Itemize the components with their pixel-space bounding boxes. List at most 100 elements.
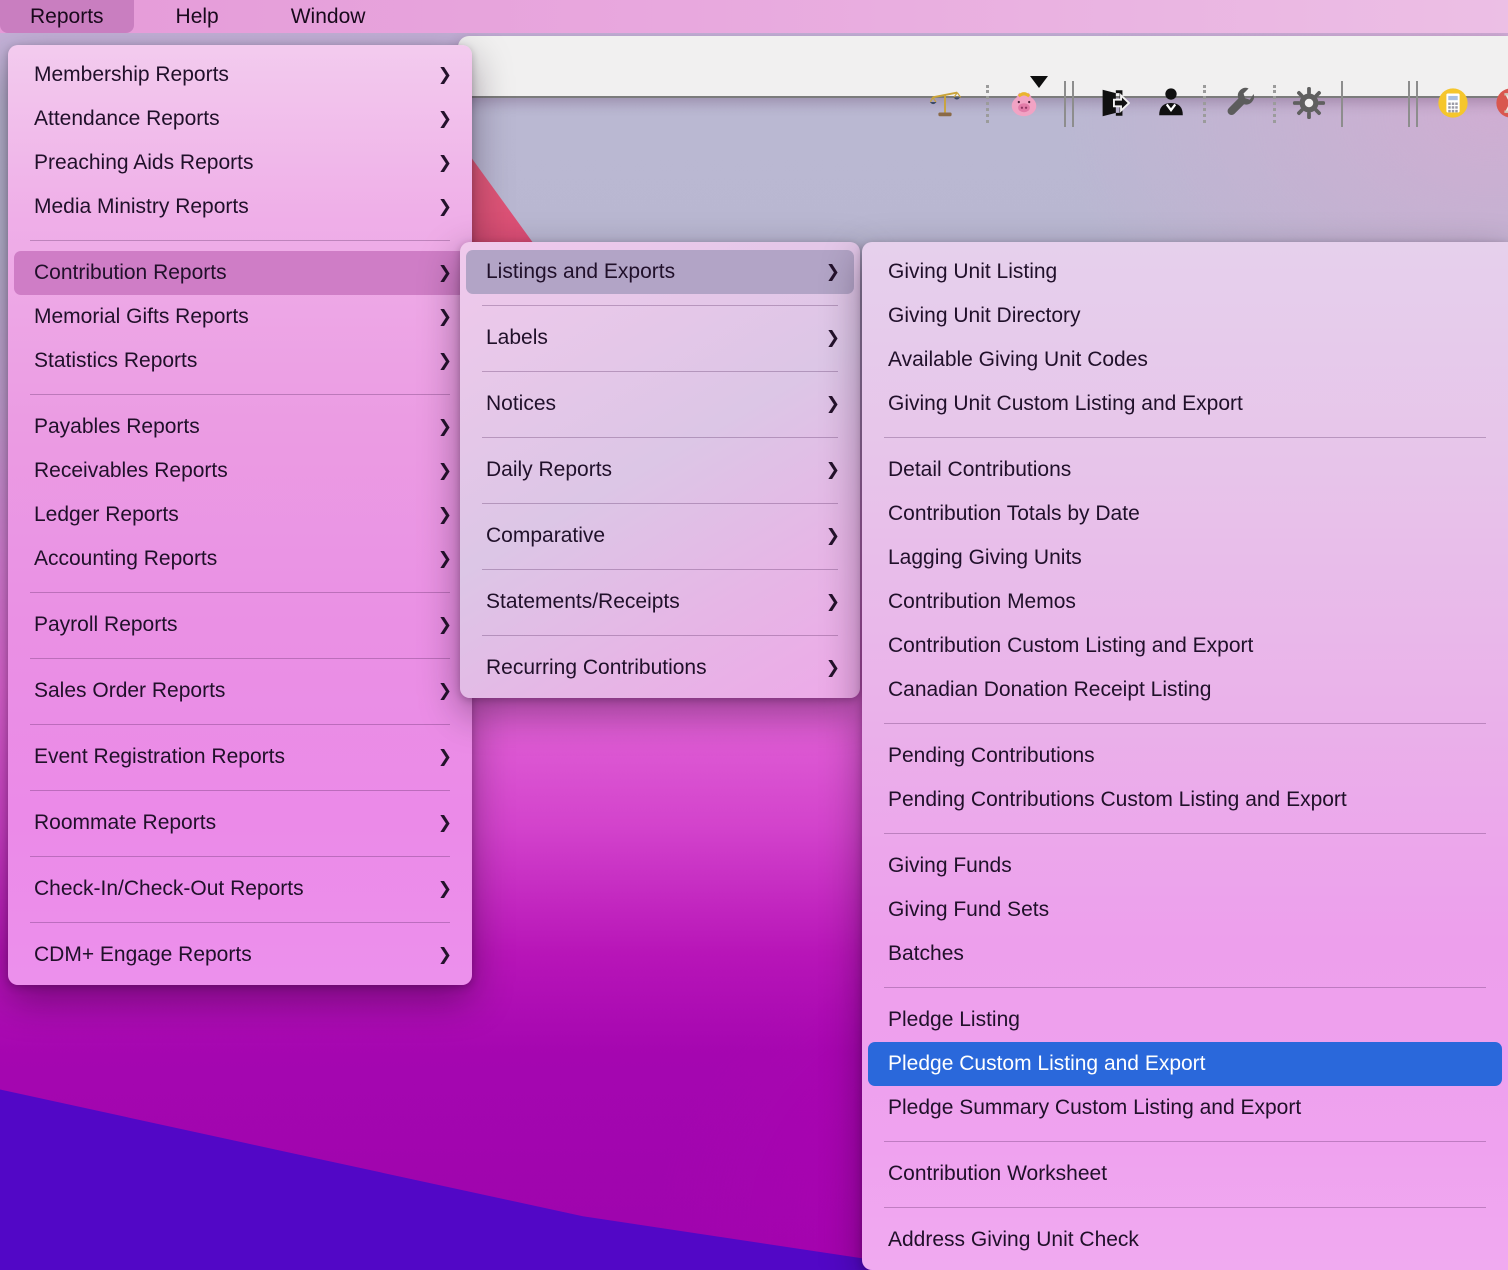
menu-item-label: Notices — [486, 392, 557, 415]
gear-icon[interactable] — [1289, 83, 1329, 123]
hourglass-icon[interactable] — [1491, 83, 1508, 123]
menu-item-label: Sales Order Reports — [34, 679, 226, 702]
menu-item-batches[interactable]: Batches — [868, 932, 1502, 976]
menu-item-pledge-summary-custom-listing-and-export[interactable]: Pledge Summary Custom Listing and Export — [868, 1086, 1502, 1130]
menu-item-contribution-totals-by-date[interactable]: Contribution Totals by Date — [868, 492, 1502, 536]
menu-item-pledge-custom-listing-and-export[interactable]: Pledge Custom Listing and Export — [868, 1042, 1502, 1086]
menu-item-statistics-reports[interactable]: Statistics Reports ❯ — [14, 339, 466, 383]
chevron-right-icon: ❯ — [437, 879, 452, 898]
menu-item-detail-contributions[interactable]: Detail Contributions — [868, 448, 1502, 492]
menu-divider — [460, 360, 860, 382]
menu-item-giving-unit-directory[interactable]: Giving Unit Directory — [868, 294, 1502, 338]
menu-divider — [8, 713, 472, 735]
menu-item-label: Daily Reports — [486, 458, 613, 481]
menu-item-cdm-engage-reports[interactable]: CDM+ Engage Reports ❯ — [14, 933, 466, 977]
menu-item-giving-unit-custom-listing-and-export[interactable]: Giving Unit Custom Listing and Export — [868, 382, 1502, 426]
menu-item-label: Statistics Reports — [34, 349, 198, 372]
menu-item-contribution-reports[interactable]: Contribution Reports ❯ — [14, 251, 466, 295]
menu-divider — [8, 383, 472, 405]
menu-item-lagging-giving-units[interactable]: Lagging Giving Units — [868, 536, 1502, 580]
chevron-right-icon: ❯ — [825, 262, 840, 281]
menu-item-label: Giving Fund Sets — [888, 898, 1050, 921]
chevron-right-icon: ❯ — [825, 592, 840, 611]
menu-divider — [8, 911, 472, 933]
menu-item-label: Membership Reports — [34, 63, 229, 86]
chevron-right-icon: ❯ — [437, 615, 452, 634]
menu-item-accounting-reports[interactable]: Accounting Reports ❯ — [14, 537, 466, 581]
menu-item-label: Address Giving Unit Check — [888, 1228, 1139, 1251]
menu-item-pending-contributions[interactable]: Pending Contributions — [868, 734, 1502, 778]
listings-and-exports-submenu: Giving Unit Listing Giving Unit Director… — [862, 242, 1508, 1270]
menu-item-preaching-aids-reports[interactable]: Preaching Aids Reports ❯ — [14, 141, 466, 185]
menu-item-pledge-listing[interactable]: Pledge Listing — [868, 998, 1502, 1042]
menu-item-canadian-donation-receipt-listing[interactable]: Canadian Donation Receipt Listing — [868, 668, 1502, 712]
menu-item-contribution-memos[interactable]: Contribution Memos — [868, 580, 1502, 624]
menu-item-label: Pending Contributions — [888, 744, 1095, 767]
menu-item-listings-and-exports[interactable]: Listings and Exports ❯ — [466, 250, 854, 294]
toolbar-separator — [1416, 81, 1418, 127]
menubar-item-reports[interactable]: Reports — [0, 0, 134, 33]
menu-item-recurring-contributions[interactable]: Recurring Contributions ❯ — [466, 646, 854, 690]
menu-item-roommate-reports[interactable]: Roommate Reports ❯ — [14, 801, 466, 845]
toolbar-separator — [1072, 81, 1074, 127]
menubar-item-window[interactable]: Window — [261, 0, 396, 33]
menu-item-label: Contribution Totals by Date — [888, 502, 1140, 525]
menu-item-label: Giving Funds — [888, 854, 1012, 877]
reports-menu: Membership Reports ❯ Attendance Reports ❯ … — [8, 45, 472, 985]
menu-item-label: Ledger Reports — [34, 503, 179, 526]
menu-item-media-ministry-reports[interactable]: Media Ministry Reports ❯ — [14, 185, 466, 229]
dropdown-arrow-icon[interactable] — [1030, 76, 1048, 88]
exit-door-icon[interactable] — [1093, 83, 1133, 123]
menu-item-available-giving-unit-codes[interactable]: Available Giving Unit Codes — [868, 338, 1502, 382]
toolbar-separator — [1064, 81, 1066, 127]
menu-divider — [862, 1196, 1508, 1218]
menu-item-address-giving-unit-check[interactable]: Address Giving Unit Check — [868, 1218, 1502, 1262]
menu-item-giving-unit-listing[interactable]: Giving Unit Listing — [868, 250, 1502, 294]
user-icon[interactable] — [1151, 83, 1191, 123]
menu-item-sales-order-reports[interactable]: Sales Order Reports ❯ — [14, 669, 466, 713]
menu-item-attendance-reports[interactable]: Attendance Reports ❯ — [14, 97, 466, 141]
menu-item-memorial-gifts-reports[interactable]: Memorial Gifts Reports ❯ — [14, 295, 466, 339]
menu-divider — [460, 426, 860, 448]
menu-item-contribution-custom-listing-and-export[interactable]: Contribution Custom Listing and Export — [868, 624, 1502, 668]
menu-item-label: Pledge Custom Listing and Export — [888, 1052, 1206, 1075]
piggy-bank-icon[interactable] — [1004, 83, 1044, 123]
menu-item-label: Contribution Reports — [34, 261, 227, 284]
menu-item-payroll-reports[interactable]: Payroll Reports ❯ — [14, 603, 466, 647]
menu-item-label: Detail Contributions — [888, 458, 1072, 481]
chevron-right-icon: ❯ — [437, 351, 452, 370]
menu-item-statements-receipts[interactable]: Statements/Receipts ❯ — [466, 580, 854, 624]
menu-item-payables-reports[interactable]: Payables Reports ❯ — [14, 405, 466, 449]
scales-icon[interactable] — [925, 83, 965, 123]
chevron-right-icon: ❯ — [437, 417, 452, 436]
calculator-icon[interactable] — [1433, 83, 1473, 123]
menu-item-label: Contribution Custom Listing and Export — [888, 634, 1254, 657]
menu-item-receivables-reports[interactable]: Receivables Reports ❯ — [14, 449, 466, 493]
menu-item-label: Memorial Gifts Reports — [34, 305, 249, 328]
menu-bar: Reports Help Window — [0, 0, 1508, 33]
menu-item-check-in-check-out-reports[interactable]: Check-In/Check-Out Reports ❯ — [14, 867, 466, 911]
menu-item-label: Check-In/Check-Out Reports — [34, 877, 304, 900]
menu-item-label: Accounting Reports — [34, 547, 218, 570]
contribution-reports-submenu: Listings and Exports ❯ Labels ❯ Notices ❯ D… — [460, 242, 860, 698]
menu-item-event-registration-reports[interactable]: Event Registration Reports ❯ — [14, 735, 466, 779]
menu-divider — [862, 426, 1508, 448]
menu-item-contribution-worksheet[interactable]: Contribution Worksheet — [868, 1152, 1502, 1196]
menubar-item-help[interactable]: Help — [146, 0, 249, 33]
cdm-toolbar-window: $ — [458, 36, 1508, 127]
menu-item-giving-fund-sets[interactable]: Giving Fund Sets — [868, 888, 1502, 932]
menu-item-label: Giving Unit Custom Listing and Export — [888, 392, 1243, 415]
menu-item-pending-contributions-custom-listing-and-export[interactable]: Pending Contributions Custom Listing and… — [868, 778, 1502, 822]
menu-item-daily-reports[interactable]: Daily Reports ❯ — [466, 448, 854, 492]
menu-item-membership-reports[interactable]: Membership Reports ❯ — [14, 53, 466, 97]
wallpaper-blue-wedge — [0, 1089, 940, 1270]
wrench-icon[interactable] — [1221, 83, 1261, 123]
menu-item-label: Recurring Contributions — [486, 656, 707, 679]
chevron-right-icon: ❯ — [437, 65, 452, 84]
menu-item-ledger-reports[interactable]: Ledger Reports ❯ — [14, 493, 466, 537]
menu-item-comparative[interactable]: Comparative ❯ — [466, 514, 854, 558]
menu-item-notices[interactable]: Notices ❯ — [466, 382, 854, 426]
menu-item-giving-funds[interactable]: Giving Funds — [868, 844, 1502, 888]
menu-divider — [8, 229, 472, 251]
menu-item-labels[interactable]: Labels ❯ — [466, 316, 854, 360]
